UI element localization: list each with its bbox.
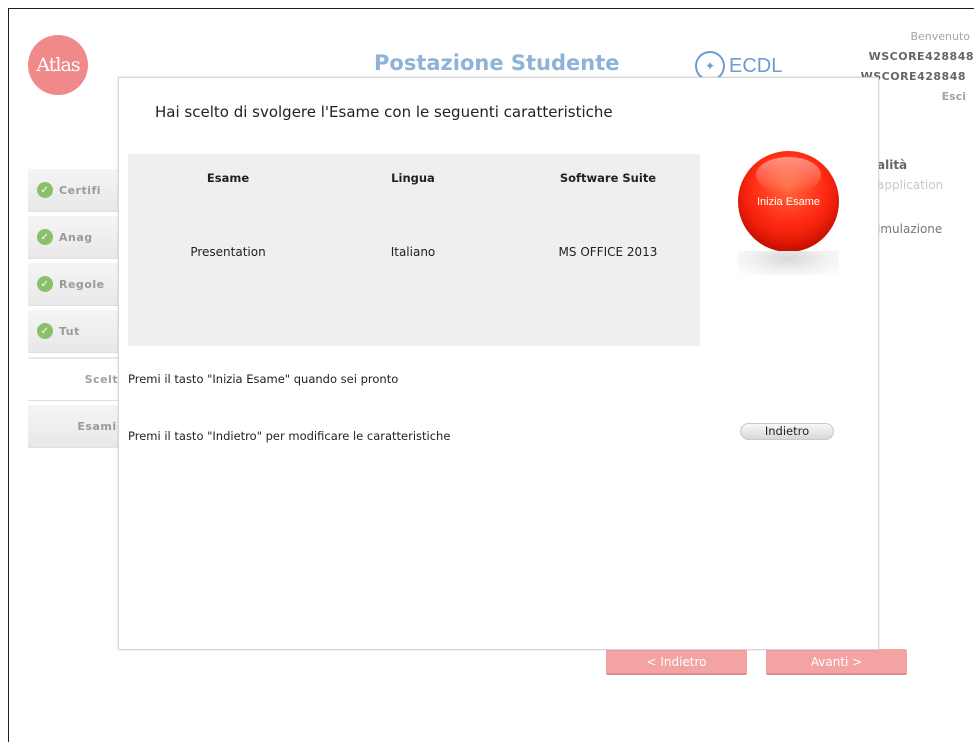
start-exam-label: Inizia Esame	[757, 195, 820, 208]
check-icon: ✓	[37, 229, 53, 245]
column-value-lingua: Italiano	[390, 245, 436, 259]
step-item-esami[interactable]: Esami s	[28, 405, 128, 448]
right-panel-heading: alità	[877, 158, 908, 172]
step-item-scelta[interactable]: Scelta	[28, 357, 128, 401]
step-label: Anag	[59, 230, 93, 244]
user-id: WSCORE428848	[868, 50, 974, 63]
back-instruction: Premi il tasto "Indietro" per modificare…	[128, 429, 451, 443]
footer-back-button[interactable]: < Indietro	[606, 649, 747, 675]
footer-next-button[interactable]: Avanti >	[766, 649, 907, 675]
column-header-esame: Esame	[206, 171, 250, 185]
button-reflection	[738, 251, 839, 275]
atlas-logo: Atlas	[28, 35, 88, 95]
start-exam-area: Inizia Esame	[738, 151, 839, 281]
column-header-software: Software Suite	[559, 171, 657, 185]
exam-summary-table: Esame Presentation Lingua Italiano Softw…	[128, 154, 700, 346]
step-item-tutorial[interactable]: ✓ Tut	[28, 310, 128, 353]
step-list: ✓ Certifi ✓ Anag ✓ Regole ✓ Tut Scelta E…	[28, 169, 128, 452]
column-value-esame: Presentation	[190, 245, 266, 259]
page-title: Postazione Studente	[374, 51, 620, 75]
welcome-text: Benvenuto	[910, 30, 970, 43]
dialog-title: Hai scelto di svolgere l'Esame con le se…	[155, 103, 613, 121]
step-item-regole[interactable]: ✓ Regole	[28, 263, 128, 306]
step-item-anagrafica[interactable]: ✓ Anag	[28, 216, 128, 259]
exam-confirm-dialog: Hai scelto di svolgere l'Esame con le se…	[118, 77, 879, 650]
column-value-software: MS OFFICE 2013	[558, 245, 658, 259]
check-icon: ✓	[37, 323, 53, 339]
ecdl-label: ECDL	[729, 54, 783, 77]
step-item-certificazione[interactable]: ✓ Certifi	[28, 169, 128, 212]
step-label: Certifi	[59, 183, 102, 197]
right-panel-sub: application	[877, 178, 944, 192]
button-gloss	[756, 157, 821, 193]
right-panel: alità application imulazione	[877, 155, 943, 239]
check-icon: ✓	[37, 182, 53, 198]
column-header-lingua: Lingua	[391, 171, 435, 185]
check-icon: ✓	[37, 276, 53, 292]
start-instruction: Premi il tasto "Inizia Esame" quando sei…	[128, 372, 399, 386]
app-frame: Atlas Postazione Studente ✦ ECDL Benvenu…	[8, 8, 974, 742]
right-panel-item[interactable]: imulazione	[877, 219, 943, 239]
back-button[interactable]: Indietro	[740, 423, 834, 440]
step-label: Tut	[59, 324, 80, 338]
start-exam-button[interactable]: Inizia Esame	[738, 151, 839, 252]
step-label: Regole	[59, 277, 105, 291]
